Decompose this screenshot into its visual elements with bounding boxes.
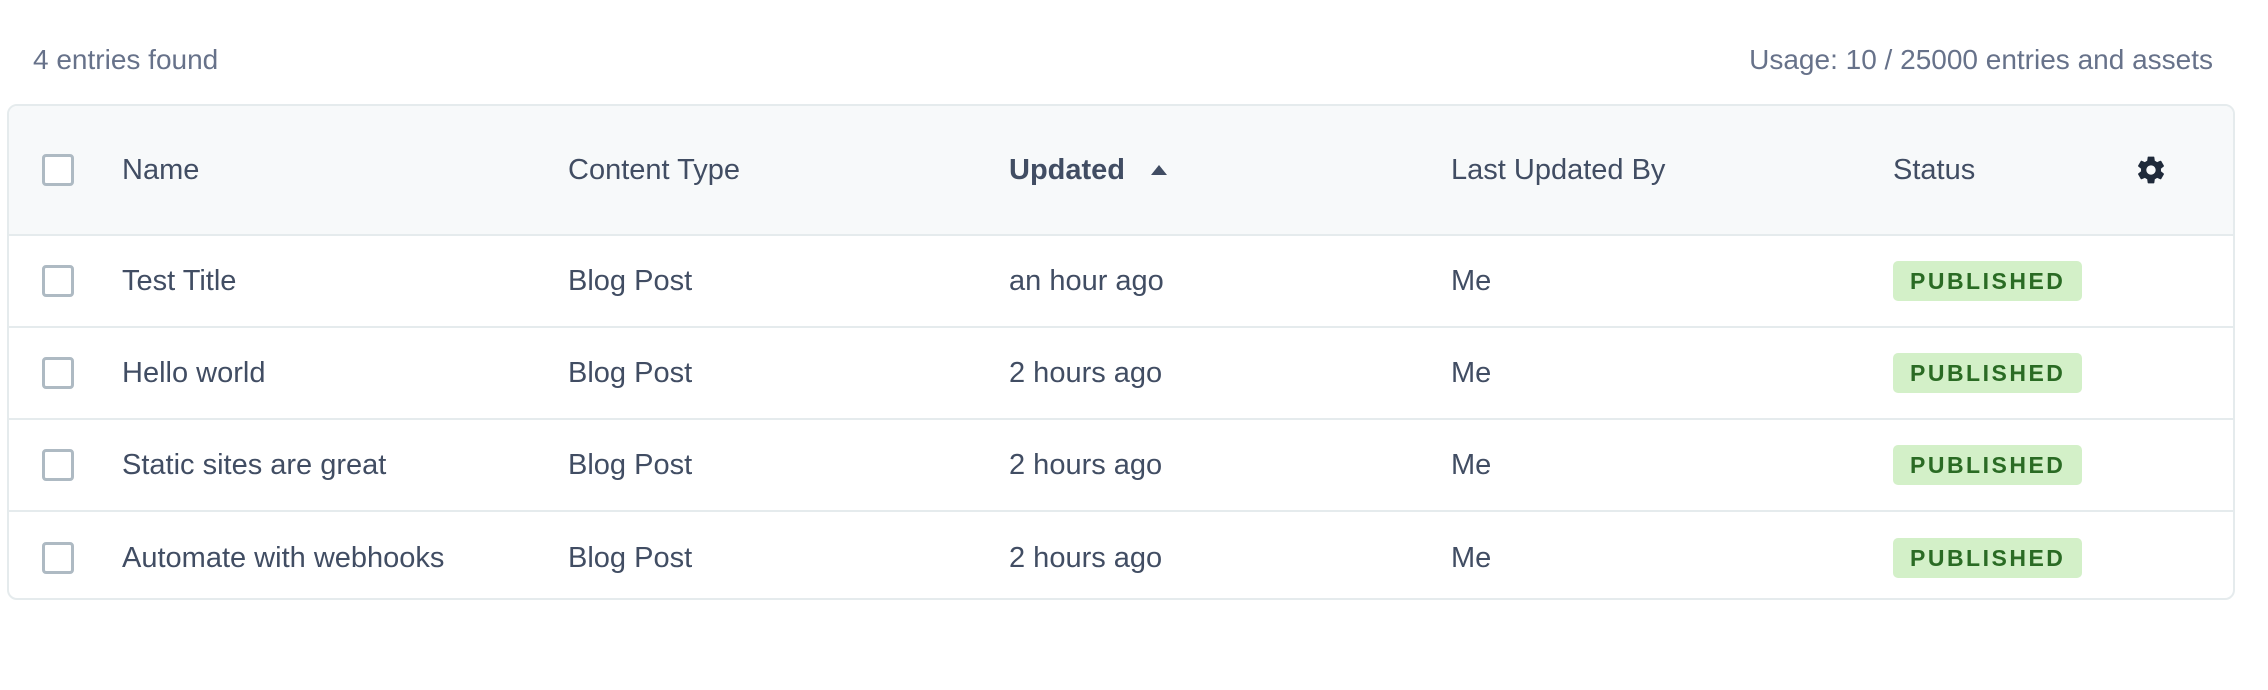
gear-icon (2138, 156, 2164, 184)
entry-content-type: Blog Post (568, 541, 693, 574)
row-select-cell (42, 328, 74, 418)
row-select-cell (42, 512, 74, 598)
entry-status-cell: PUBLISHED (1893, 236, 2083, 326)
sort-ascending-icon (1151, 165, 1167, 175)
entries-summary-bar: 4 entries found Usage: 10 / 25000 entrie… (0, 0, 2268, 104)
entry-name[interactable]: Hello world (122, 328, 265, 418)
entry-content-type: Blog Post (568, 356, 693, 389)
entry-content-type: Blog Post (568, 448, 693, 481)
column-header-status-label: Status (1893, 153, 1976, 186)
entry-last-updated-by: Me (1451, 448, 1492, 481)
row-checkbox[interactable] (42, 357, 74, 389)
entry-status-cell: PUBLISHED (1893, 512, 2083, 598)
column-settings-button[interactable] (2133, 152, 2169, 188)
column-header-content-type[interactable]: Content Type (568, 106, 740, 234)
entry-updated: an hour ago (1009, 264, 1164, 297)
entry-name[interactable]: Test Title (122, 236, 236, 326)
table-row[interactable]: Hello world Blog Post 2 hours ago Me PUB… (9, 328, 2233, 420)
row-select-cell (42, 420, 74, 510)
entry-name[interactable]: Static sites are great (122, 420, 386, 510)
status-badge: PUBLISHED (1893, 261, 2083, 301)
table-row[interactable]: Automate with webhooks Blog Post 2 hours… (9, 512, 2233, 598)
status-badge: PUBLISHED (1893, 353, 2083, 393)
entry-content-type: Blog Post (568, 264, 693, 297)
column-header-name-label: Name (122, 153, 200, 186)
status-badge: PUBLISHED (1893, 538, 2083, 578)
column-header-name[interactable]: Name (122, 106, 199, 234)
row-select-cell (42, 236, 74, 326)
table-row[interactable]: Static sites are great Blog Post 2 hours… (9, 420, 2233, 512)
column-header-last-updated-by[interactable]: Last Updated By (1451, 106, 1665, 234)
row-checkbox[interactable] (42, 449, 74, 481)
column-header-updated[interactable]: Updated (1009, 106, 1167, 234)
column-settings-cell (2133, 106, 2169, 234)
table-row[interactable]: Test Title Blog Post an hour ago Me PUBL… (9, 236, 2233, 328)
column-header-updated-label: Updated (1009, 153, 1125, 186)
entry-updated: 2 hours ago (1009, 541, 1163, 574)
entry-status-cell: PUBLISHED (1893, 328, 2083, 418)
column-header-content-type-label: Content Type (568, 153, 740, 186)
entry-last-updated-by: Me (1451, 541, 1492, 574)
select-all-checkbox[interactable] (42, 154, 74, 186)
entry-updated: 2 hours ago (1009, 356, 1163, 389)
entry-last-updated-by: Me (1451, 356, 1492, 389)
entry-status-cell: PUBLISHED (1893, 420, 2083, 510)
entry-last-updated-by: Me (1451, 264, 1492, 297)
entry-updated: 2 hours ago (1009, 448, 1163, 481)
status-badge: PUBLISHED (1893, 445, 2083, 485)
column-header-last-updated-by-label: Last Updated By (1451, 153, 1666, 186)
usage-info: Usage: 10 / 25000 entries and assets (1749, 44, 2213, 75)
entries-count: 4 entries found (33, 44, 219, 75)
table-header-row: Name Content Type Updated Last Updated B… (9, 106, 2233, 236)
entry-name[interactable]: Automate with webhooks (122, 512, 444, 598)
row-checkbox[interactable] (42, 265, 74, 297)
entries-table: Name Content Type Updated Last Updated B… (7, 104, 2235, 600)
column-header-status[interactable]: Status (1893, 106, 1975, 234)
select-all-cell (42, 106, 74, 234)
row-checkbox[interactable] (42, 542, 74, 574)
